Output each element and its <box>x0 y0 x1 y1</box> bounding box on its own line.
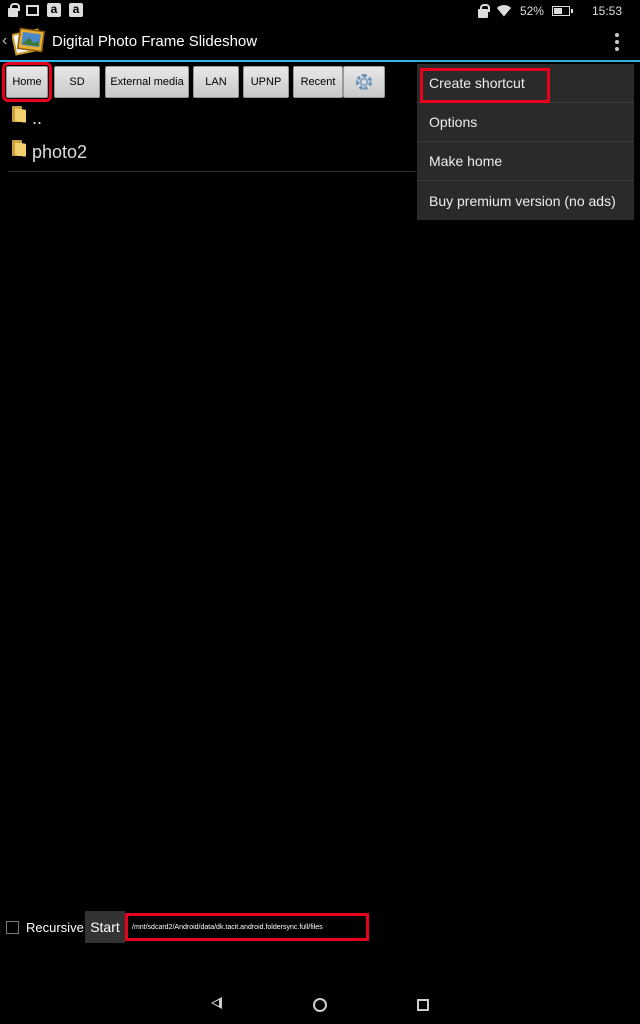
lan-button[interactable]: LAN <box>193 66 239 98</box>
home-button[interactable]: Home <box>2 62 52 102</box>
status-bar: a a 52% 15:53 <box>0 0 640 22</box>
home-icon[interactable] <box>313 998 327 1012</box>
list-item[interactable]: photo2 <box>8 136 428 172</box>
recent-button[interactable]: Recent <box>293 66 343 98</box>
navigation-bar <box>0 984 640 1024</box>
recursive-label: Recursive <box>26 920 84 935</box>
menu-item-buy-premium[interactable]: Buy premium version (no ads) <box>417 181 634 220</box>
recursive-checkbox[interactable] <box>6 921 19 934</box>
path-field[interactable]: /mnt/sdcard2/Android/data/dk.tacit.andro… <box>125 913 369 941</box>
app-logo-icon[interactable] <box>12 26 46 56</box>
upnp-button[interactable]: UPNP <box>243 66 289 98</box>
sd-button[interactable]: SD <box>54 66 100 98</box>
lock-icon <box>8 2 20 17</box>
system-icons: 52% 15:53 <box>477 3 622 18</box>
clock: 15:53 <box>591 3 622 18</box>
battery-icon <box>551 5 573 16</box>
slideshow-controls: Recursive Start /mnt/sdcard2/Android/dat… <box>6 911 636 943</box>
amazon-icon: a <box>47 3 61 17</box>
recents-icon[interactable] <box>417 999 429 1011</box>
menu-item-make-home[interactable]: Make home <box>417 142 634 181</box>
start-button[interactable]: Start <box>85 911 125 943</box>
lock-icon <box>477 4 490 18</box>
battery-percent: 52% <box>519 3 544 18</box>
menu-item-options[interactable]: Options <box>417 103 634 142</box>
overflow-menu: Create shortcut Options Make home Buy pr… <box>417 64 634 220</box>
folder-icon <box>12 106 26 123</box>
up-navigation-icon[interactable]: ‹ <box>2 32 7 50</box>
app-title: Digital Photo Frame Slideshow <box>52 33 258 50</box>
gear-icon <box>356 74 372 90</box>
folder-icon <box>12 140 26 157</box>
amazon-icon: a <box>69 3 83 17</box>
action-bar: ‹ Digital Photo Frame Slideshow <box>0 22 640 62</box>
file-name: photo2 <box>32 142 88 162</box>
overflow-menu-icon[interactable] <box>614 33 620 51</box>
file-name: .. <box>32 108 43 128</box>
settings-button[interactable] <box>343 66 385 98</box>
notification-icons: a a <box>8 2 83 17</box>
image-icon <box>26 4 39 16</box>
wifi-icon <box>496 5 512 17</box>
list-item[interactable]: .. <box>8 102 428 136</box>
back-icon[interactable] <box>211 997 222 1009</box>
file-list: .. photo2 <box>8 102 428 172</box>
external-media-button[interactable]: External media <box>105 66 189 98</box>
menu-item-create-shortcut[interactable]: Create shortcut <box>417 64 634 103</box>
